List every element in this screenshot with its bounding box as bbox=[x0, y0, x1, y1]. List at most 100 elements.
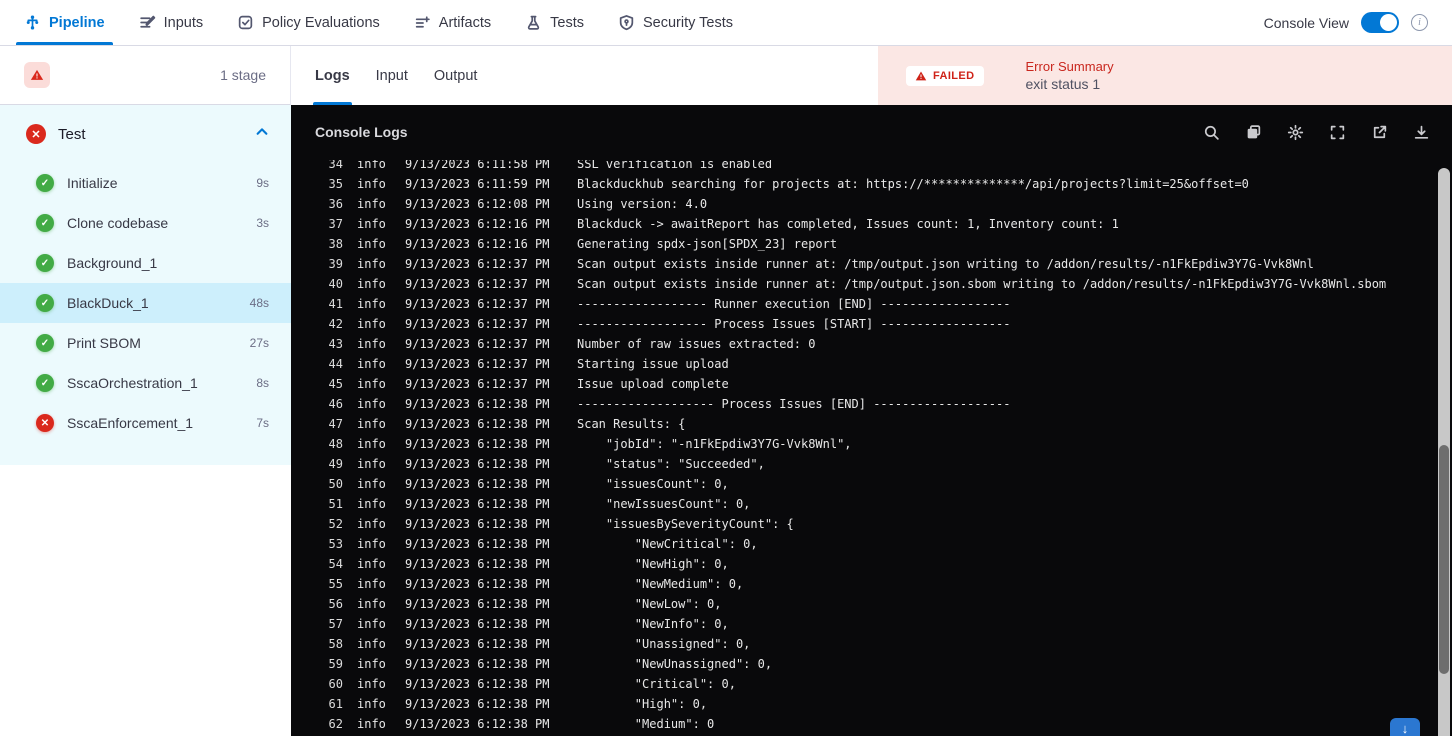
log-level: info bbox=[357, 597, 386, 611]
log-line: 42 info 9/13/2023 6:12:37 PM -----------… bbox=[291, 314, 1436, 334]
log-level: info bbox=[357, 557, 386, 571]
tab-policy-evaluations-label: Policy Evaluations bbox=[262, 14, 380, 31]
console-scrollbar-track[interactable] bbox=[1438, 168, 1450, 736]
inputs-icon bbox=[139, 15, 155, 28]
log-line-number: 59 bbox=[328, 657, 343, 671]
copy-icon[interactable] bbox=[1244, 123, 1262, 141]
scroll-to-bottom-button[interactable]: ↓ bbox=[1390, 718, 1420, 736]
chevron-up-icon[interactable] bbox=[255, 125, 269, 144]
step-row[interactable]: BlackDuck_1 48s bbox=[0, 283, 291, 323]
step-row[interactable]: Print SBOM 27s bbox=[0, 323, 291, 363]
search-icon[interactable] bbox=[1202, 123, 1220, 141]
log-timestamp: 9/13/2023 6:12:37 PM bbox=[405, 257, 550, 271]
main-panel: Logs Input Output FAILED Error Summary e… bbox=[291, 46, 1452, 736]
log-message: "Unassigned": 0, bbox=[577, 637, 751, 651]
error-summary-title: Error Summary bbox=[1025, 59, 1114, 74]
fullscreen-icon[interactable] bbox=[1328, 123, 1346, 141]
log-timestamp: 9/13/2023 6:12:38 PM bbox=[405, 697, 550, 711]
top-nav-tabs: Pipeline Inputs Policy Evaluations Artif… bbox=[16, 0, 733, 45]
log-timestamp: 9/13/2023 6:12:38 PM bbox=[405, 397, 550, 411]
tab-pipeline-label: Pipeline bbox=[49, 14, 105, 31]
step-row[interactable]: Clone codebase 3s bbox=[0, 203, 291, 243]
log-level: info bbox=[357, 577, 386, 591]
error-texts: Error Summary exit status 1 bbox=[1000, 59, 1114, 92]
info-icon[interactable]: i bbox=[1411, 14, 1428, 31]
log-level: info bbox=[357, 617, 386, 631]
console-scrollbar-thumb[interactable] bbox=[1439, 445, 1449, 674]
log-line-number: 61 bbox=[328, 697, 343, 711]
tab-security-tests-label: Security Tests bbox=[643, 14, 733, 31]
tab-logs[interactable]: Logs bbox=[313, 46, 352, 105]
step-row[interactable]: Background_1 bbox=[0, 243, 291, 283]
log-message: Blackduck -> awaitReport has completed, … bbox=[577, 217, 1119, 231]
log-timestamp: 9/13/2023 6:12:38 PM bbox=[405, 677, 550, 691]
log-message: "Medium": 0 bbox=[577, 717, 715, 731]
log-line-number: 56 bbox=[328, 597, 343, 611]
log-line: 58 info 9/13/2023 6:12:38 PM "Unassigned… bbox=[291, 634, 1436, 654]
tab-tests-label: Tests bbox=[550, 14, 584, 31]
step-status-icon bbox=[36, 174, 54, 192]
console-view-label: Console View bbox=[1263, 14, 1349, 31]
log-line-number: 36 bbox=[328, 197, 343, 211]
log-line-number: 57 bbox=[328, 617, 343, 631]
open-in-new-icon[interactable] bbox=[1370, 123, 1388, 141]
console-view-toggle[interactable] bbox=[1361, 12, 1399, 33]
step-status-icon bbox=[36, 334, 54, 352]
tab-inputs[interactable]: Inputs bbox=[139, 0, 203, 45]
log-timestamp: 9/13/2023 6:12:37 PM bbox=[405, 377, 550, 391]
log-message: "NewCritical": 0, bbox=[577, 537, 758, 551]
log-timestamp: 9/13/2023 6:12:37 PM bbox=[405, 317, 550, 331]
step-row[interactable]: SscaEnforcement_1 7s bbox=[0, 403, 291, 443]
log-message: "status": "Succeeded", bbox=[577, 457, 765, 471]
step-row[interactable]: SscaOrchestration_1 8s bbox=[0, 363, 291, 403]
tab-policy-evaluations[interactable]: Policy Evaluations bbox=[237, 0, 380, 45]
log-line: 40 info 9/13/2023 6:12:37 PM Scan output… bbox=[291, 274, 1436, 294]
log-line-number: 42 bbox=[328, 317, 343, 331]
log-timestamp: 9/13/2023 6:12:38 PM bbox=[405, 517, 550, 531]
log-level: info bbox=[357, 457, 386, 471]
console-logs-panel: Console Logs 34 info 9/13/2023 6:11:58 P… bbox=[291, 105, 1452, 736]
log-timestamp: 9/13/2023 6:12:38 PM bbox=[405, 457, 550, 471]
top-nav: Pipeline Inputs Policy Evaluations Artif… bbox=[0, 0, 1452, 46]
log-line: 38 info 9/13/2023 6:12:16 PM Generating … bbox=[291, 234, 1436, 254]
log-line-number: 41 bbox=[328, 297, 343, 311]
stage-header-test[interactable]: ✕ Test bbox=[0, 105, 291, 163]
log-level: info bbox=[357, 160, 386, 171]
tab-input[interactable]: Input bbox=[376, 46, 408, 105]
log-line: 53 info 9/13/2023 6:12:38 PM "NewCritica… bbox=[291, 534, 1436, 554]
step-name: SscaOrchestration_1 bbox=[67, 375, 198, 391]
download-icon[interactable] bbox=[1412, 123, 1430, 141]
tab-output[interactable]: Output bbox=[434, 46, 478, 105]
log-line: 57 info 9/13/2023 6:12:38 PM "NewInfo": … bbox=[291, 614, 1436, 634]
step-name: SscaEnforcement_1 bbox=[67, 415, 194, 431]
log-timestamp: 9/13/2023 6:12:16 PM bbox=[405, 237, 550, 251]
log-line: 48 info 9/13/2023 6:12:38 PM "jobId": "-… bbox=[291, 434, 1436, 454]
log-line-number: 48 bbox=[328, 437, 343, 451]
tab-pipeline[interactable]: Pipeline bbox=[16, 0, 113, 45]
step-row[interactable]: Initialize 9s bbox=[0, 163, 291, 203]
log-line: 55 info 9/13/2023 6:12:38 PM "NewMedium"… bbox=[291, 574, 1436, 594]
log-line-number: 40 bbox=[328, 277, 343, 291]
flask-icon bbox=[527, 15, 540, 30]
log-level: info bbox=[357, 257, 386, 271]
settings-icon[interactable] bbox=[1286, 123, 1304, 141]
nav-right: Console View i bbox=[1264, 12, 1428, 33]
log-timestamp: 9/13/2023 6:12:38 PM bbox=[405, 577, 550, 591]
log-viewport: 34 info 9/13/2023 6:11:58 PM SSL verific… bbox=[291, 160, 1436, 736]
log-line: 44 info 9/13/2023 6:12:37 PM Starting is… bbox=[291, 354, 1436, 374]
tab-security-tests[interactable]: Security Tests bbox=[618, 0, 733, 45]
log-message: "jobId": "-n1FkEpdiw3Y7G-Vvk8Wnl", bbox=[577, 437, 852, 451]
step-status-icon bbox=[36, 414, 54, 432]
log-line: 43 info 9/13/2023 6:12:37 PM Number of r… bbox=[291, 334, 1436, 354]
log-message: "NewMedium": 0, bbox=[577, 577, 744, 591]
log-level: info bbox=[357, 417, 386, 431]
log-message: Using version: 4.0 bbox=[577, 197, 708, 211]
tab-artifacts[interactable]: Artifacts bbox=[414, 0, 491, 45]
log-message: Blackduckhub searching for projects at: … bbox=[577, 177, 1249, 191]
failed-badge: FAILED bbox=[906, 65, 984, 86]
tab-tests[interactable]: Tests bbox=[525, 0, 584, 45]
log-timestamp: 9/13/2023 6:12:37 PM bbox=[405, 297, 550, 311]
log-line-number: 51 bbox=[328, 497, 343, 511]
log-line: 62 info 9/13/2023 6:12:38 PM "Medium": 0 bbox=[291, 714, 1436, 734]
log-message: ------------------ Runner execution [END… bbox=[577, 297, 1011, 311]
